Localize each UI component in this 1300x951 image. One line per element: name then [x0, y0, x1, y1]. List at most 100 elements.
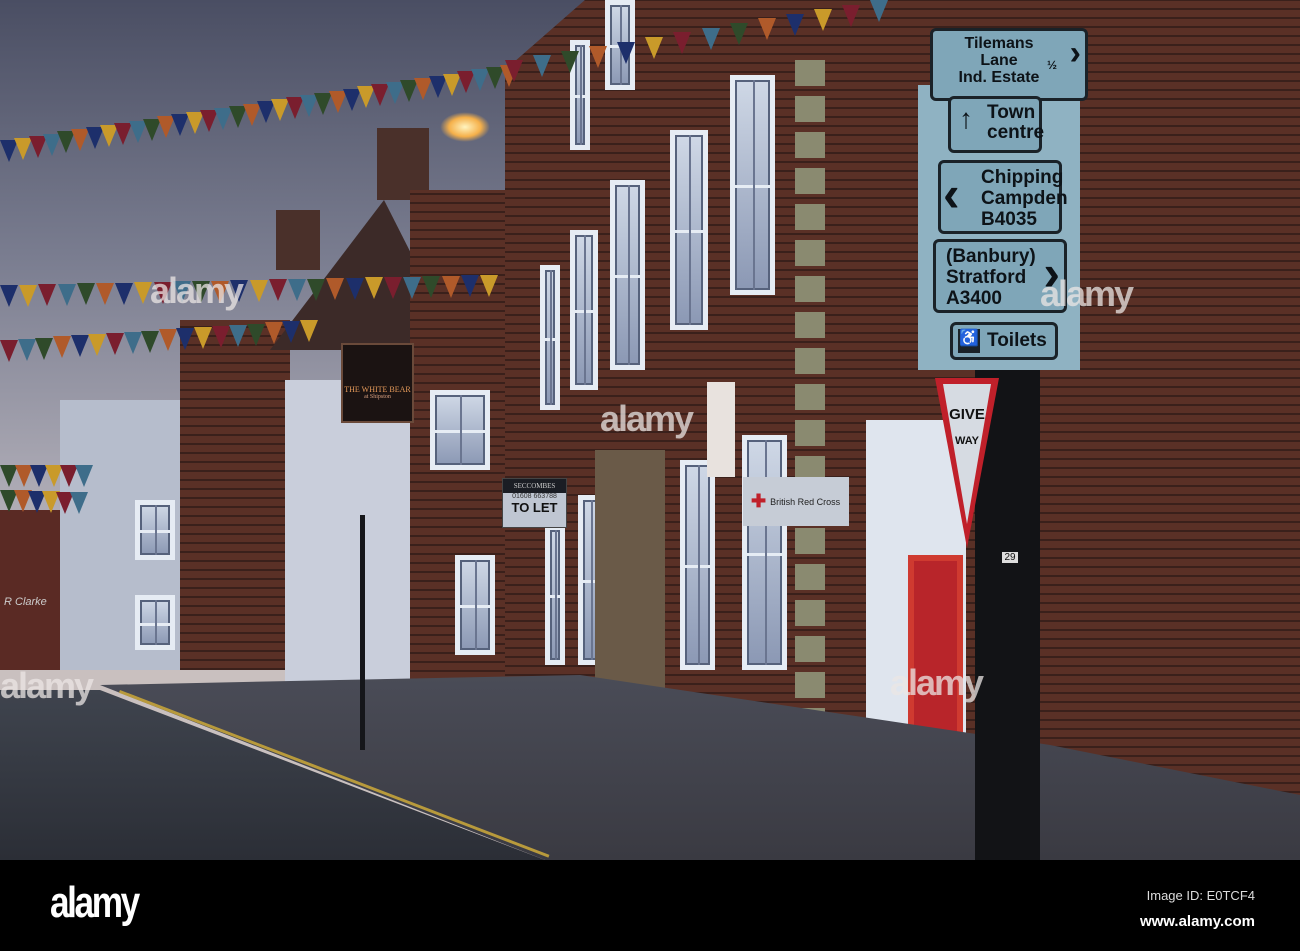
- bunting-flag: [589, 46, 608, 69]
- sign-line: centre: [987, 122, 1045, 143]
- bunting-flag: [673, 32, 692, 55]
- street-photo: R Clarke THE WHITE BEAR at Shipston SECC…: [0, 0, 1300, 860]
- window: [570, 230, 598, 390]
- bunting-flag: [38, 284, 57, 307]
- bunting-flag: [176, 328, 195, 351]
- bunting-flag: [384, 277, 402, 299]
- window: [135, 500, 175, 560]
- chevron-right-icon: ›: [1069, 34, 1081, 72]
- bunting-flag: [757, 18, 776, 41]
- bunting-flag: [76, 283, 95, 306]
- bunting-flag: [785, 13, 804, 36]
- sign-line: Tilemans: [964, 35, 1034, 52]
- bunting-flag: [70, 335, 89, 358]
- bunting-flag: [105, 332, 124, 355]
- bunting-flag: [88, 334, 107, 357]
- sign-line: A3400: [946, 288, 1002, 309]
- sign-line: (Banbury): [946, 246, 1036, 267]
- bunting-flag: [229, 324, 248, 347]
- pub-sign-sub: at Shipston: [364, 394, 391, 400]
- bunting-flag: [247, 323, 266, 346]
- sign-line: B4035: [981, 209, 1037, 230]
- agent-name: SECCOMBES: [503, 479, 566, 493]
- bunting-flag: [0, 340, 18, 362]
- bunting-flag: [617, 41, 636, 64]
- footer-bar: [0, 860, 1300, 951]
- post-number: 29: [1002, 552, 1018, 563]
- bunting-flag: [282, 321, 301, 344]
- bunting-flag: [57, 283, 76, 306]
- window: [455, 555, 495, 655]
- watermark: alamy: [890, 662, 984, 703]
- pub-sign: THE WHITE BEAR at Shipston: [341, 343, 414, 423]
- watermark: alamy: [150, 270, 244, 311]
- bunting-flag: [505, 60, 523, 82]
- bunting-flag: [194, 327, 213, 350]
- sign-town-centre: ↑ Town centre: [948, 96, 1045, 153]
- sign-line: Ind. Estate: [958, 69, 1040, 86]
- watermark: alamy: [600, 398, 694, 439]
- bunting-flag: [211, 325, 230, 348]
- bunting-flag: [17, 338, 36, 361]
- sign-line: Campden: [981, 188, 1068, 209]
- window: [610, 180, 645, 370]
- bunting-flag: [645, 36, 664, 59]
- alamy-logo: alamy: [50, 878, 140, 927]
- bunting-flag: [441, 275, 460, 298]
- window: [430, 390, 490, 470]
- bunting-flag: [268, 279, 287, 302]
- site-url: www.alamy.com: [1139, 913, 1255, 930]
- sign-chipping-campden: ‹ Chipping Campden B4035: [938, 160, 1068, 234]
- banner: [707, 382, 735, 477]
- sign-line: Toilets: [987, 330, 1047, 351]
- lamp-post: [360, 515, 365, 750]
- window: [135, 595, 175, 650]
- bunting-flag: [19, 284, 38, 307]
- sign-toilets: ♿ Toilets: [950, 322, 1058, 360]
- bunting-flag: [364, 277, 383, 300]
- bunting-flag: [460, 275, 479, 298]
- window: [680, 460, 715, 670]
- shop-sign: R Clarke: [4, 596, 47, 608]
- bunting-flag: [52, 336, 71, 359]
- red-cross-label: British Red Cross: [770, 496, 841, 507]
- sign-tilemans: Tilemans Lane Ind. Estate ½ ›: [930, 28, 1088, 101]
- bunting-flag: [158, 329, 177, 352]
- sign-line: Town: [987, 102, 1036, 123]
- image-id: Image ID: E0TCF4: [1146, 888, 1255, 903]
- bunting-flag: [841, 4, 860, 27]
- bunting-flag: [729, 23, 748, 46]
- bunting-flag: [701, 27, 720, 50]
- bunting-flag: [813, 9, 832, 32]
- arrow-up-icon: ↑: [959, 103, 973, 134]
- wheelchair-icon: ♿: [958, 329, 980, 353]
- bunting-flag: [326, 278, 345, 301]
- watermark: alamy: [0, 665, 94, 706]
- window: [742, 435, 787, 670]
- to-let-label: TO LET: [511, 500, 558, 515]
- pub-sign-name: THE WHITE BEAR: [344, 385, 411, 394]
- bunting-flag: [264, 322, 283, 345]
- bunting-flag: [35, 337, 54, 360]
- bunting-flag: [345, 277, 364, 300]
- bunting-flag: [70, 492, 88, 514]
- chevron-left-icon: ‹: [943, 166, 960, 222]
- bunting-flag: [141, 330, 160, 353]
- window: [670, 130, 708, 330]
- sign-line: Lane: [980, 52, 1018, 69]
- agent-phone: 01608 663788: [512, 493, 557, 500]
- bunting-flag: [403, 276, 422, 299]
- give-way-text: GIVE: [949, 406, 985, 423]
- brick-building-left: [180, 320, 290, 670]
- bunting-flag: [249, 279, 268, 302]
- bunting-flag: [123, 331, 142, 354]
- watermark: alamy: [1040, 273, 1134, 314]
- bunting-flag: [300, 320, 318, 342]
- bunting-flag: [96, 283, 114, 305]
- bunting-flag: [75, 465, 93, 487]
- bunting-flag: [307, 278, 326, 301]
- bunting-flag: [0, 285, 18, 307]
- chimney: [276, 210, 320, 270]
- bunting-flag: [561, 50, 580, 73]
- bunting-flag: [288, 279, 306, 301]
